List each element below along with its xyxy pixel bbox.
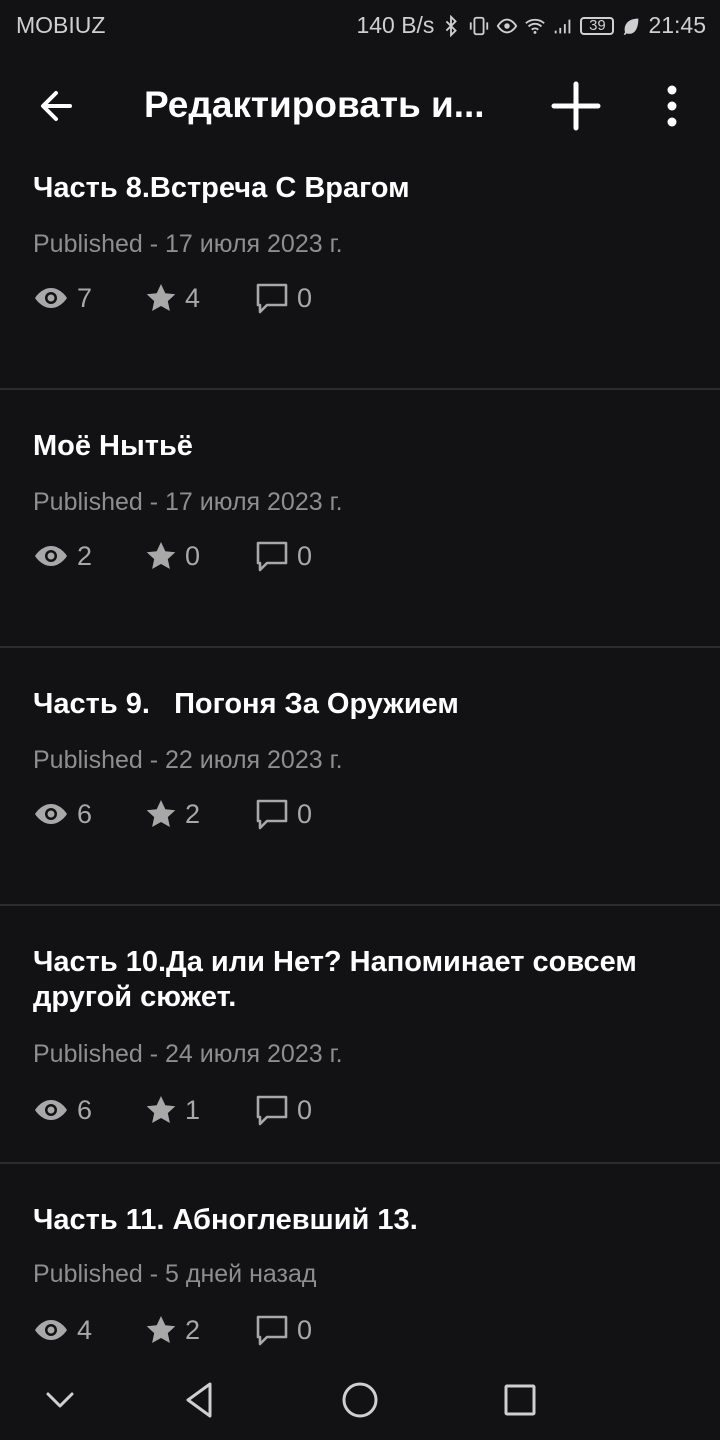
nav-recents-icon[interactable] [498, 1378, 542, 1422]
status-icons: 140 B/s 39 21:45 [356, 12, 706, 39]
part-title: Моё Нытьё [33, 430, 193, 462]
views-stat: 2 [33, 541, 145, 572]
leaf-icon [624, 18, 639, 35]
list-item[interactable]: Часть 11. Абноглевший 13. Published - 5 … [0, 1164, 720, 1362]
votes-stat: 2 [145, 1314, 255, 1346]
comments-stat: 0 [255, 797, 312, 831]
views-count: 6 [77, 798, 93, 829]
app-bar: Редактировать и... [0, 50, 720, 162]
list-item[interactable]: Часть 8.Встреча С Врагом Published - 17 … [0, 162, 720, 388]
votes-count: 2 [185, 1314, 201, 1345]
part-stats: 2 0 0 [33, 536, 312, 576]
status-bar: MOBIUZ 140 B/s 39 21:45 [0, 0, 720, 50]
eye-icon [35, 546, 67, 566]
comment-icon [256, 799, 288, 830]
votes-stat: 2 [145, 798, 255, 830]
comments-count: 0 [297, 1094, 313, 1125]
bluetooth-icon [446, 14, 458, 37]
star-icon [146, 1316, 176, 1343]
system-nav-bar [0, 1360, 720, 1440]
eye-icon [35, 1320, 67, 1340]
list-item[interactable]: Часть 9. Погоня За Оружием Published - 2… [0, 648, 720, 904]
eye-comfort-icon [497, 18, 518, 33]
part-title: Часть 10.Да или Нет? Напоминает совсем д… [33, 946, 645, 1013]
vibrate-icon [470, 16, 489, 35]
views-count: 2 [77, 540, 93, 571]
votes-count: 4 [185, 282, 201, 313]
part-title: Часть 9. Погоня За Оружием [33, 688, 459, 720]
part-title: Часть 11. Абноглевший 13. [33, 1204, 418, 1236]
battery-icon: 39 [580, 16, 615, 35]
comments-stat: 0 [255, 1093, 312, 1127]
carrier-label: MOBIUZ [16, 12, 106, 38]
list-item[interactable]: Часть 10.Да или Нет? Напоминает совсем д… [0, 906, 720, 1162]
views-count: 7 [77, 282, 93, 313]
views-count: 4 [77, 1314, 93, 1345]
eye-icon [35, 804, 67, 824]
wifi-icon [525, 18, 546, 34]
part-stats: 6 1 0 [33, 1090, 312, 1130]
signal-icon [555, 19, 571, 33]
comments-count: 0 [297, 282, 313, 313]
comment-icon [256, 283, 288, 314]
list-item[interactable]: Моё Нытьё Published - 17 июля 2023 г. 2 … [0, 390, 720, 646]
add-part-button[interactable] [548, 78, 604, 134]
star-icon [146, 284, 176, 311]
votes-count: 0 [185, 540, 201, 571]
votes-stat: 1 [145, 1094, 255, 1126]
views-stat: 6 [33, 1095, 145, 1126]
nav-home-icon[interactable] [338, 1378, 382, 1422]
comments-count: 0 [297, 1314, 313, 1345]
nav-back-icon[interactable] [178, 1378, 222, 1422]
comment-icon [256, 1315, 288, 1346]
part-status: Published - 22 июля 2023 г. [33, 746, 343, 774]
eye-icon [35, 1100, 67, 1120]
star-icon [146, 800, 176, 827]
part-status: Published - 17 июля 2023 г. [33, 488, 343, 516]
votes-stat: 4 [145, 282, 255, 314]
comments-count: 0 [297, 540, 313, 571]
part-status: Published - 5 дней назад [33, 1260, 317, 1288]
star-icon [146, 1096, 176, 1123]
chevron-down-icon[interactable] [38, 1378, 82, 1422]
views-stat: 7 [33, 283, 145, 314]
page-title: Редактировать и... [144, 84, 485, 125]
network-speed: 140 B/s [356, 12, 435, 38]
part-stats: 4 2 0 [33, 1310, 312, 1350]
part-stats: 7 4 0 [33, 278, 312, 318]
votes-count: 2 [185, 798, 201, 829]
more-options-icon[interactable] [648, 80, 696, 132]
views-stat: 6 [33, 799, 145, 830]
back-arrow-icon[interactable] [30, 80, 82, 132]
votes-count: 1 [185, 1094, 201, 1125]
part-title: Часть 8.Встреча С Врагом [33, 172, 410, 204]
comment-icon [256, 1095, 288, 1126]
part-status: Published - 24 июля 2023 г. [33, 1040, 343, 1068]
eye-icon [35, 288, 67, 308]
comments-stat: 0 [255, 1313, 312, 1347]
comments-stat: 0 [255, 281, 312, 315]
comments-count: 0 [297, 798, 313, 829]
part-status: Published - 17 июля 2023 г. [33, 230, 343, 258]
views-count: 6 [77, 1094, 93, 1125]
star-icon [146, 542, 176, 569]
part-stats: 6 2 0 [33, 794, 312, 834]
comments-stat: 0 [255, 539, 312, 573]
parts-list: Часть 8.Встреча С Врагом Published - 17 … [0, 162, 720, 1362]
comment-icon [256, 541, 288, 572]
clock: 21:45 [648, 12, 706, 38]
views-stat: 4 [33, 1315, 145, 1346]
votes-stat: 0 [145, 540, 255, 572]
